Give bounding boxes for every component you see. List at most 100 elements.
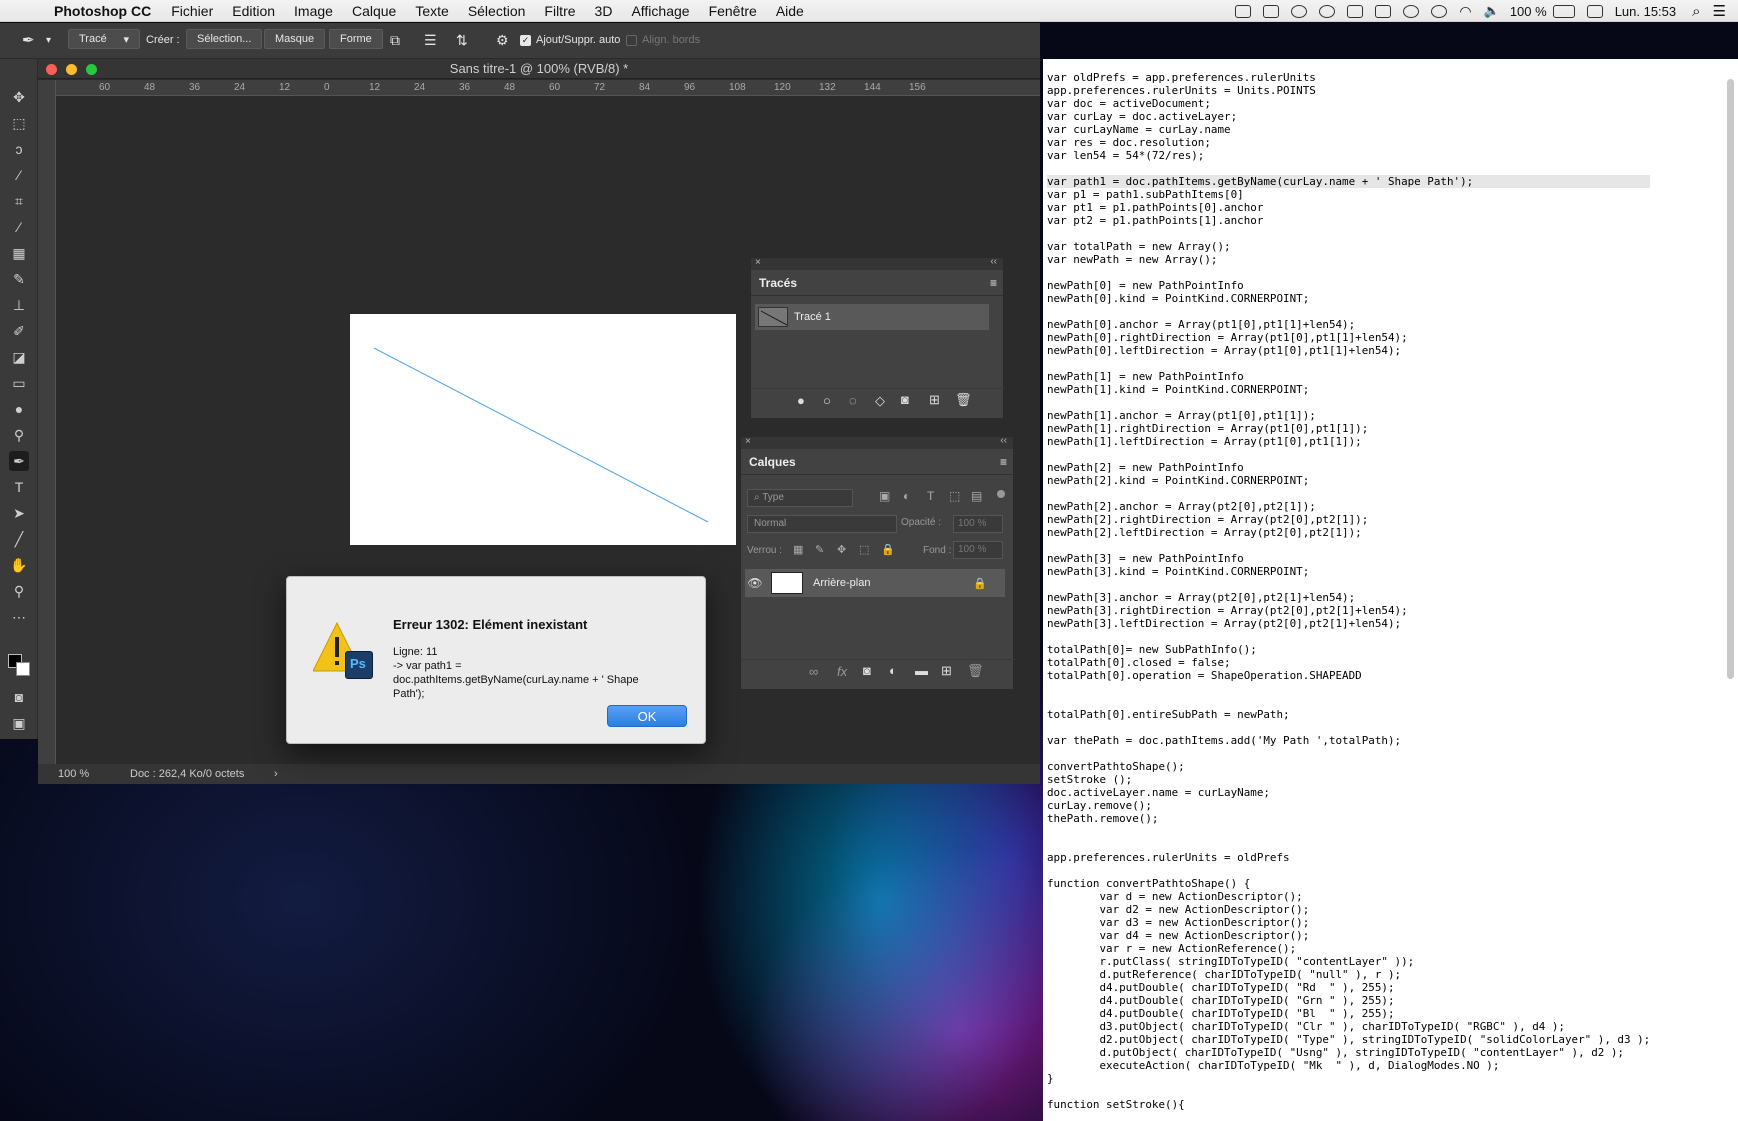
code-line[interactable]: convertPathtoShape();	[1047, 760, 1650, 773]
fx-icon[interactable]: fx	[837, 664, 847, 679]
minimize-window-icon[interactable]	[66, 64, 77, 75]
close-window-icon[interactable]	[46, 64, 57, 75]
ok-button[interactable]: OK	[607, 705, 687, 727]
blur-tool-icon[interactable]: ●	[9, 399, 29, 419]
code-line[interactable]: newPath[1].anchor = Array(pt1[0],pt1[1])…	[1047, 409, 1650, 422]
move-tool-icon[interactable]: ✥	[9, 87, 29, 107]
chevron-right-icon[interactable]: ›	[274, 764, 278, 784]
code-line[interactable]	[1047, 721, 1650, 734]
marquee-tool-icon[interactable]: ⬚	[9, 113, 29, 133]
filter-toggle[interactable]	[997, 490, 1005, 498]
code-line[interactable]: totalPath[0].entireSubPath = newPath;	[1047, 708, 1650, 721]
panel-menu-icon[interactable]: ≡	[990, 270, 997, 296]
code-line[interactable]	[1047, 539, 1650, 552]
code-line[interactable]: var doc = activeDocument;	[1047, 97, 1650, 110]
notification-center-icon[interactable]: ☰	[1713, 2, 1726, 20]
lock-position-icon[interactable]: ✥	[837, 543, 846, 556]
filter-type-icon[interactable]: T	[927, 489, 934, 503]
lasso-tool-icon[interactable]: ↄ	[9, 139, 29, 159]
selection-button[interactable]: Sélection...	[186, 29, 263, 49]
volume-icon[interactable]: 🔈	[1484, 3, 1500, 19]
wd-icon[interactable]	[1263, 4, 1280, 18]
code-line[interactable]: newPath[2].leftDirection = Array(pt2[0],…	[1047, 526, 1650, 539]
path-alignment-icon[interactable]: ☰	[424, 29, 437, 51]
path-selection-tool-icon[interactable]: ➤	[9, 503, 29, 523]
pen-tool-active-icon[interactable]: ✒	[9, 451, 29, 471]
filter-pixel-icon[interactable]: ▣	[879, 489, 890, 503]
eyedropper-tool-icon[interactable]: ⁄	[9, 217, 29, 237]
menu-filtre[interactable]: Filtre	[544, 3, 575, 19]
code-line[interactable]	[1047, 682, 1650, 695]
gradient-tool-icon[interactable]: ▭	[9, 373, 29, 393]
code-line[interactable]: newPath[0].rightDirection = Array(pt1[0]…	[1047, 331, 1650, 344]
opacity-field[interactable]: 100 %	[953, 515, 1003, 533]
code-line[interactable]: app.preferences.rulerUnits = Units.POINT…	[1047, 84, 1650, 97]
code-line[interactable]: curLay.remove();	[1047, 799, 1650, 812]
auto-add-checkbox[interactable]: ✓ Ajout/Suppr. auto	[520, 29, 620, 51]
blend-mode-select[interactable]: Normal	[747, 515, 897, 533]
code-line[interactable]	[1047, 227, 1650, 240]
panel-menu-icon[interactable]: ≡	[1000, 449, 1007, 475]
code-line[interactable]: newPath[0].kind = PointKind.CORNERPOINT;	[1047, 292, 1650, 305]
code-line[interactable]	[1047, 305, 1650, 318]
add-layer-mask-icon[interactable]: ◙	[863, 663, 871, 678]
load-selection-icon[interactable]: ◌	[849, 393, 857, 408]
code-line[interactable]: function convertPathtoShape() {	[1047, 877, 1650, 890]
layer-filter-select[interactable]: ⌕ Type	[747, 489, 853, 507]
layers-panel-title[interactable]: Calques	[749, 455, 796, 469]
zoom-window-icon[interactable]	[86, 64, 97, 75]
paths-panel-title[interactable]: Tracés	[759, 276, 797, 290]
path-item[interactable]: Tracé 1	[755, 304, 989, 330]
code-line[interactable]: var path1 = doc.pathItems.getByName(curL…	[1047, 175, 1651, 188]
code-line[interactable]	[1047, 162, 1650, 175]
new-adjustment-layer-icon[interactable]: ◐	[889, 663, 897, 678]
document-canvas[interactable]	[350, 314, 736, 545]
code-line[interactable]: d.putObject( charIDToTypeID( "Usng" ), s…	[1047, 1046, 1650, 1059]
code-line[interactable]: app.preferences.rulerUnits = oldPrefs	[1047, 851, 1650, 864]
make-workpath-icon[interactable]: ◇	[875, 393, 885, 409]
fill-field[interactable]: 100 %	[953, 541, 1003, 559]
battery-icon[interactable]	[1552, 4, 1575, 18]
code-line[interactable]	[1047, 630, 1650, 643]
align-edges-checkbox[interactable]: Align. bords	[626, 29, 700, 51]
code-line[interactable]	[1047, 838, 1650, 851]
code-line[interactable]	[1047, 864, 1650, 877]
trash-icon[interactable]: 🗑	[967, 663, 984, 679]
clipboard-icon[interactable]	[1375, 4, 1392, 18]
vertical-ruler[interactable]	[38, 80, 56, 764]
menu-texte[interactable]: Texte	[415, 3, 448, 19]
gear-icon[interactable]: ⚙	[496, 29, 509, 51]
new-layer-icon[interactable]: ⊞	[941, 663, 952, 679]
background-color-swatch[interactable]	[16, 662, 30, 676]
code-line[interactable]: newPath[1] = new PathPointInfo	[1047, 370, 1650, 383]
path-arrangement-icon[interactable]: ⇅	[456, 29, 468, 51]
shape-button[interactable]: Forme	[329, 29, 383, 49]
code-line[interactable]	[1047, 1085, 1650, 1098]
cloud-icon[interactable]	[1319, 4, 1336, 18]
code-line[interactable]	[1047, 695, 1650, 708]
b-icon[interactable]	[1347, 4, 1364, 18]
sync-icon[interactable]	[1291, 4, 1308, 18]
code-line[interactable]: executeAction( charIDToTypeID( "Mk " ), …	[1047, 1059, 1650, 1072]
code-line[interactable]: doc.activeLayer.name = curLayName;	[1047, 786, 1650, 799]
mode-select[interactable]: Tracé ▾	[68, 29, 140, 49]
timemachine-icon[interactable]	[1403, 4, 1420, 18]
filter-shape-icon[interactable]: ⬚	[949, 489, 960, 503]
path-operations-icon[interactable]: ⧉	[390, 29, 400, 51]
code-line[interactable]: totalPath[0].operation = ShapeOperation.…	[1047, 669, 1650, 682]
code-line[interactable]	[1047, 266, 1650, 279]
menu-selection[interactable]: Sélection	[468, 3, 526, 19]
code-line[interactable]: newPath[1].rightDirection = Array(pt1[0]…	[1047, 422, 1650, 435]
add-mask-icon[interactable]: ◙	[901, 392, 909, 407]
code-text[interactable]: var oldPrefs = app.preferences.rulerUnit…	[1047, 71, 1651, 1111]
code-line[interactable]: d2.putObject( charIDToTypeID( "Type" ), …	[1047, 1033, 1650, 1046]
pen-tool-icon[interactable]: ✒	[22, 29, 35, 51]
menu-aide[interactable]: Aide	[776, 3, 804, 19]
screen-mode-icon[interactable]: ▣	[9, 713, 29, 733]
code-line[interactable]: d4.putDouble( charIDToTypeID( "Grn " ), …	[1047, 994, 1650, 1007]
code-line[interactable]: totalPath[0].closed = false;	[1047, 656, 1650, 669]
code-line[interactable]: var p1 = path1.subPathItems[0]	[1047, 188, 1650, 201]
trash-icon[interactable]: 🗑	[955, 392, 972, 408]
code-line[interactable]: var thePath = doc.pathItems.add('My Path…	[1047, 734, 1650, 747]
filter-adjustment-icon[interactable]: ◐	[903, 489, 910, 503]
